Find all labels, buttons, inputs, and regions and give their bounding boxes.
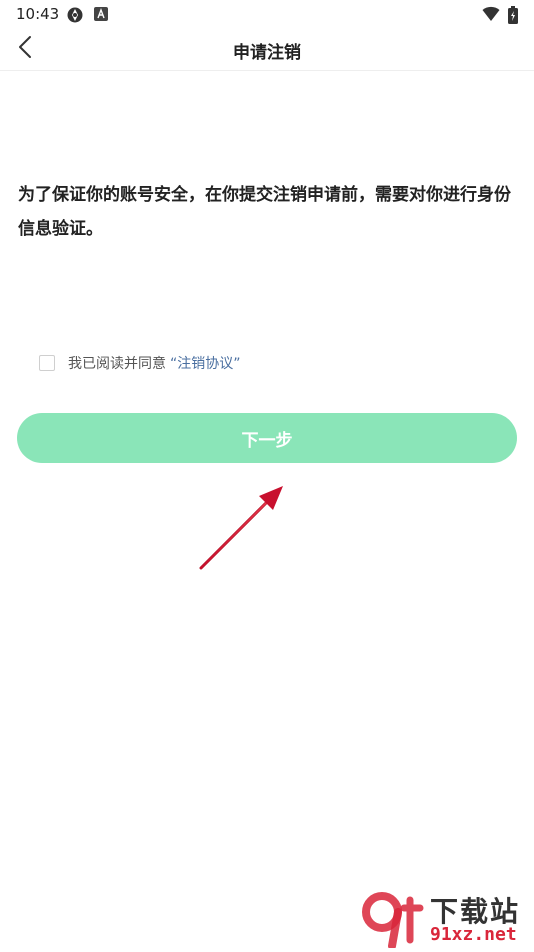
watermark-site: 91xz.net [430, 924, 517, 945]
red-arrow-icon [195, 482, 290, 578]
next-step-button[interactable]: 下一步 [17, 413, 517, 463]
page-title: 申请注销 [233, 43, 301, 63]
a-badge-icon [94, 6, 108, 25]
status-time: 10:43 [16, 5, 60, 23]
agreement-row: 我已阅读并同意 “注销协议” [39, 353, 241, 373]
nav-bar: 申请注销 [0, 28, 534, 71]
watermark: 下载站 91xz.net [360, 890, 530, 950]
status-bar: 10:43 [0, 0, 534, 28]
agreement-checkbox[interactable] [39, 355, 55, 371]
agreement-text: 我已阅读并同意 [68, 356, 166, 372]
agreement-link[interactable]: “注销协议” [170, 353, 241, 373]
verification-notice: 为了保证你的账号安全，在你提交注销申请前，需要对你进行身份信息验证。 [18, 185, 511, 239]
watermark-logo [360, 890, 424, 952]
sync-icon [66, 6, 84, 28]
wifi-icon [482, 6, 500, 26]
battery-icon [508, 6, 518, 28]
